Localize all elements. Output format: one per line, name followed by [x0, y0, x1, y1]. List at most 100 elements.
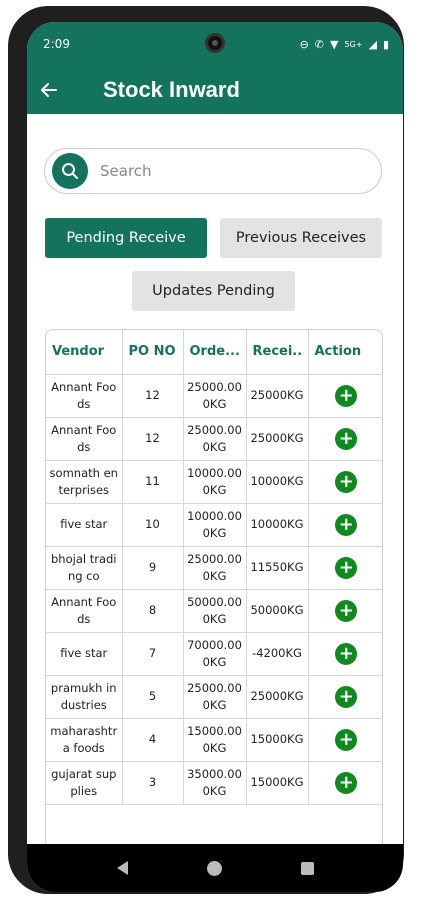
signal-icon: ◢ — [368, 37, 377, 51]
vendor-cell: five star — [46, 503, 123, 547]
header-vendor: Vendor — [46, 330, 123, 375]
status-icons: ⊖ ✆ ▼ 5G+ ◢ ▮ — [300, 38, 389, 51]
plus-circle-icon[interactable]: + — [335, 556, 358, 579]
po-number-cell: 11 — [122, 460, 184, 504]
app-bar: Stock Inward — [27, 66, 403, 114]
received-qty-cell: 50000KG — [246, 589, 309, 633]
nav-recents-icon[interactable] — [300, 861, 314, 875]
table-row: somnath enterprises 11 10000.000KG 10000KG + — [46, 460, 382, 504]
action-cell: + — [308, 546, 382, 590]
ordered-qty-cell: 35000.000KG — [183, 761, 247, 805]
stock-table: Vendor PO NO Orde... Recei.. Action Anna… — [45, 329, 383, 844]
ordered-qty-cell: 70000.000KG — [183, 632, 247, 676]
vendor-cell: Annant Foods — [46, 417, 123, 461]
action-cell: + — [308, 503, 382, 547]
table-row: pramukh industries 5 25000.000KG 25000KG + — [46, 675, 382, 719]
po-number-cell: 4 — [122, 718, 184, 762]
vendor-cell: maharashtra foods — [46, 718, 123, 762]
battery-icon: ▮ — [382, 37, 389, 51]
status-time: 2:09 — [43, 37, 70, 51]
received-qty-cell: 15000KG — [246, 761, 309, 805]
vendor-cell: somnath enterprises — [46, 460, 123, 504]
ordered-qty-cell: 50000.000KG — [183, 589, 247, 633]
received-qty-cell: 11550KG — [246, 546, 309, 590]
back-button[interactable] — [27, 68, 71, 112]
vendor-cell: pramukh industries — [46, 675, 123, 719]
content: Pending Receive Previous Receives Update… — [27, 114, 403, 844]
plus-circle-icon[interactable]: + — [335, 470, 358, 493]
table-row: Annant Foods 12 25000.000KG 25000KG + — [46, 374, 382, 418]
received-qty-cell: -4200KG — [246, 632, 309, 676]
plus-circle-icon[interactable]: + — [335, 384, 358, 407]
action-cell: + — [308, 632, 382, 676]
vendor-cell: Annant Foods — [46, 589, 123, 633]
pending-receive-button[interactable]: Pending Receive — [45, 218, 207, 258]
header-po-no: PO NO — [122, 330, 184, 375]
ordered-qty-cell: 10000.000KG — [183, 503, 247, 547]
po-number-cell: 7 — [122, 632, 184, 676]
table-row: maharashtra foods 4 15000.000KG 15000KG + — [46, 718, 382, 762]
header-received: Recei.. — [246, 330, 309, 375]
plus-circle-icon[interactable]: + — [335, 599, 358, 622]
action-cell: + — [308, 761, 382, 805]
received-qty-cell: 25000KG — [246, 417, 309, 461]
table-row: bhojal trading co 9 25000.000KG 11550KG + — [46, 546, 382, 590]
search-button[interactable] — [52, 153, 88, 189]
vendor-cell: gujarat supplies — [46, 761, 123, 805]
status-bar: 2:09 ⊖ ✆ ▼ 5G+ ◢ ▮ — [27, 22, 403, 66]
plus-circle-icon[interactable]: + — [335, 685, 358, 708]
call-icon: ✆ — [314, 37, 324, 51]
ordered-qty-cell: 25000.000KG — [183, 374, 247, 418]
dnd-icon: ⊖ — [299, 37, 309, 51]
action-cell: + — [308, 374, 382, 418]
ordered-qty-cell: 25000.000KG — [183, 546, 247, 590]
received-qty-cell: 25000KG — [246, 675, 309, 719]
ordered-qty-cell: 25000.000KG — [183, 417, 247, 461]
received-qty-cell: 15000KG — [246, 718, 309, 762]
ordered-qty-cell: 25000.000KG — [183, 675, 247, 719]
plus-circle-icon[interactable]: + — [335, 771, 358, 794]
action-cell: + — [308, 460, 382, 504]
camera-icon — [205, 33, 225, 53]
po-number-cell: 10 — [122, 503, 184, 547]
table-row: Annant Foods 12 25000.000KG 25000KG + — [46, 417, 382, 461]
system-nav-bar — [27, 844, 403, 892]
ordered-qty-cell: 10000.000KG — [183, 460, 247, 504]
po-number-cell: 5 — [122, 675, 184, 719]
po-number-cell: 12 — [122, 374, 184, 418]
ordered-qty-cell: 15000.000KG — [183, 718, 247, 762]
previous-receives-button[interactable]: Previous Receives — [220, 218, 382, 258]
search-icon — [62, 163, 78, 179]
phone-frame: 2:09 ⊖ ✆ ▼ 5G+ ◢ ▮ Stock Inward Search P… — [8, 6, 404, 894]
page-title: Stock Inward — [103, 77, 240, 102]
table-row: Annant Foods 8 50000.000KG 50000KG + — [46, 589, 382, 633]
action-cell: + — [308, 718, 382, 762]
po-number-cell: 12 — [122, 417, 184, 461]
updates-pending-button[interactable]: Updates Pending — [132, 271, 295, 311]
nav-back-icon[interactable] — [116, 861, 128, 875]
table-row: five star 10 10000.000KG 10000KG + — [46, 503, 382, 547]
table-body: Annant Foods 12 25000.000KG 25000KG + Annant … — [46, 374, 382, 805]
header-action: Action — [308, 330, 382, 375]
plus-circle-icon[interactable]: + — [335, 728, 358, 751]
received-qty-cell: 10000KG — [246, 460, 309, 504]
table-header-row: Vendor PO NO Orde... Recei.. Action — [46, 330, 382, 375]
plus-circle-icon[interactable]: + — [335, 427, 358, 450]
search-bar[interactable] — [44, 148, 382, 194]
action-cell: + — [308, 589, 382, 633]
action-cell: + — [308, 417, 382, 461]
plus-circle-icon[interactable]: + — [335, 513, 358, 536]
nav-home-icon[interactable] — [206, 860, 222, 876]
vendor-cell: bhojal trading co — [46, 546, 123, 590]
table-row: gujarat supplies 3 35000.000KG 15000KG + — [46, 761, 382, 805]
table-row: five star 7 70000.000KG -4200KG + — [46, 632, 382, 676]
search-input[interactable] — [100, 162, 340, 180]
screen: 2:09 ⊖ ✆ ▼ 5G+ ◢ ▮ Stock Inward Search P… — [27, 22, 403, 892]
action-cell: + — [308, 675, 382, 719]
received-qty-cell: 10000KG — [246, 503, 309, 547]
wifi-icon: ▼ — [330, 37, 339, 51]
po-number-cell: 8 — [122, 589, 184, 633]
vendor-cell: five star — [46, 632, 123, 676]
network-label: 5G+ — [344, 39, 363, 49]
plus-circle-icon[interactable]: + — [335, 642, 358, 665]
